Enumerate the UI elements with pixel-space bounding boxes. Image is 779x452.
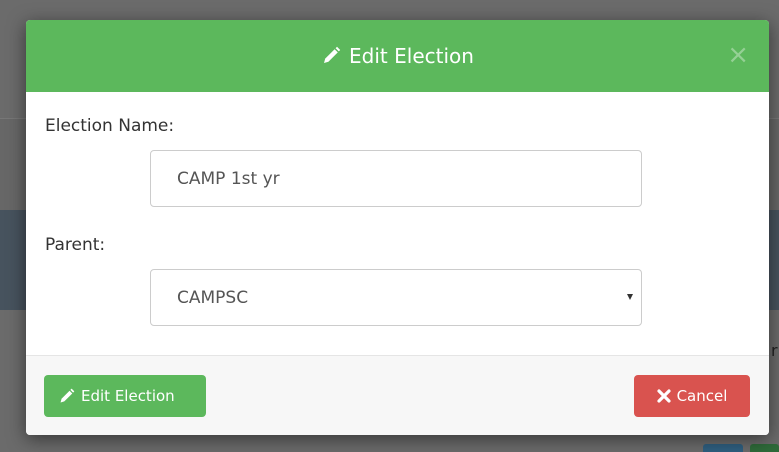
parent-select-value: CAMPSC [177,287,249,308]
parent-select[interactable]: CAMPSC [150,269,642,326]
cancel-button[interactable]: Cancel [634,375,750,417]
caret-down-icon [627,294,633,300]
cancel-button-label: Cancel [676,387,728,405]
modal-body: Election Name: CAMP 1st yr Parent: CAMPS… [26,92,769,355]
close-icon[interactable]: × [727,42,749,68]
election-name-input[interactable]: CAMP 1st yr [150,150,642,207]
edit-election-modal: Edit Election × Election Name: CAMP 1st … [26,20,769,435]
modal-footer: Edit Election Cancel [26,355,769,435]
election-name-label: Election Name: [45,116,175,136]
edit-election-button-label: Edit Election [81,387,175,405]
times-icon [656,389,671,403]
edit-election-button[interactable]: Edit Election [44,375,206,417]
modal-title: Edit Election [349,44,474,68]
election-name-value: CAMP 1st yr [177,168,280,189]
modal-header: Edit Election × [26,20,769,92]
parent-label: Parent: [45,235,106,255]
pencil-icon [321,46,341,66]
background-text-fragment: r [771,341,778,360]
background-button [750,444,779,452]
background-button [703,444,743,452]
pencil-icon [58,388,75,405]
